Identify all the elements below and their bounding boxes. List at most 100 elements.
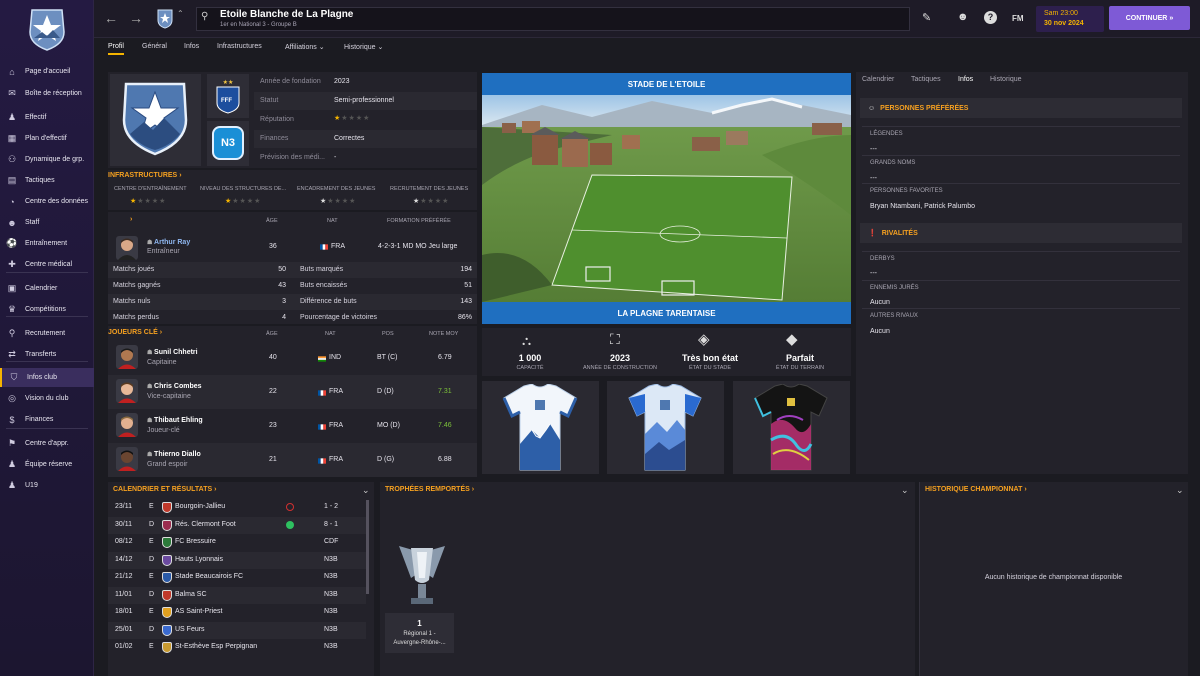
- sidebar-item-finances[interactable]: $ Finances: [0, 410, 94, 429]
- sidebar-item-infos-club[interactable]: ⛉ Infos club: [0, 368, 94, 387]
- player-name[interactable]: ☗ Thierno Diallo: [147, 451, 201, 458]
- tab-general[interactable]: Général: [142, 43, 167, 50]
- sidebar-item-calendrier[interactable]: ▣ Calendrier: [0, 279, 94, 298]
- forward-arrow-icon[interactable]: →: [129, 10, 143, 26]
- league-history-title[interactable]: HISTORIQUE CHAMPIONNAT ›: [925, 486, 1027, 493]
- edit-pencil-icon[interactable]: ✎: [922, 11, 931, 24]
- sidebar-item-label: Centre des données: [25, 198, 89, 205]
- sidebar-item-u19[interactable]: ♟ U19: [0, 476, 94, 495]
- sidebar-item-page-d-accueil[interactable]: ⌂ Page d'accueil: [0, 62, 94, 81]
- player-avatar[interactable]: [116, 379, 138, 403]
- sidebar-item-dynamique-de-grp[interactable]: ⚇ Dynamique de grp.: [0, 150, 94, 169]
- player-name[interactable]: ☗ Sunil Chhetri: [147, 349, 198, 356]
- fixture-venue: E: [149, 643, 154, 650]
- fixture-row[interactable]: 21/12 E Stade Beaucairois FC N3B: [108, 569, 366, 586]
- stadium-stat-label: CAPACITÉ: [516, 365, 544, 371]
- trophy-icon[interactable]: [395, 544, 449, 608]
- favourite-people-header: ☺ PERSONNES PRÉFÉRÉES: [860, 98, 1182, 118]
- infra-col-training: CENTRE D'ENTRAÎNEMENT: [114, 186, 187, 192]
- tab-infos[interactable]: Infos: [184, 43, 199, 50]
- right-tab-history[interactable]: Historique: [990, 76, 1022, 83]
- right-tab-tactics[interactable]: Tactiques: [911, 76, 941, 83]
- right-tab-calendar[interactable]: Calendrier: [862, 76, 894, 83]
- tab-infrastructures[interactable]: Infrastructures: [217, 43, 262, 50]
- sidebar-item-label: Tactiques: [25, 177, 55, 184]
- tab-historique-label: Historique: [344, 44, 376, 51]
- rivalry-label: ENNEMIS JURÉS: [870, 285, 919, 291]
- player-name[interactable]: ☗ Chris Combes: [147, 383, 202, 390]
- sidebar-item-recrutement[interactable]: ⚲ Recrutement: [0, 324, 94, 343]
- back-arrow-icon[interactable]: ←: [104, 10, 118, 26]
- player-avatar[interactable]: [116, 345, 138, 369]
- coach-avatar[interactable]: [116, 236, 138, 260]
- fixture-row[interactable]: 08/12 E FC Bressuire CDF: [108, 534, 366, 551]
- country-flag-icon: [318, 355, 326, 362]
- sidebar-item-vision-du-club[interactable]: ◎ Vision du club: [0, 389, 94, 408]
- manager-face-icon[interactable]: ☻: [957, 11, 969, 23]
- player-position: MO (D): [377, 422, 400, 429]
- fixtures-chevron-down-icon[interactable]: ⌄: [362, 485, 370, 496]
- country-flag-icon: [318, 423, 326, 430]
- capacity-icon: ⛬: [522, 333, 532, 348]
- sidebar-item-entrainement[interactable]: ⚽ Entraînement: [0, 234, 94, 253]
- player-age: 40: [269, 354, 277, 361]
- fixture-row[interactable]: 11/01 D Balma SC N3B: [108, 586, 366, 604]
- infrastructures-title[interactable]: INFRASTRUCTURES ›: [108, 172, 182, 179]
- player-role: Vice-capitaine: [147, 393, 191, 400]
- fixture-result: N3B: [324, 608, 338, 615]
- key-players-title[interactable]: JOUEURS CLÉ ›: [108, 329, 162, 336]
- row-divider: [862, 308, 1180, 309]
- player-nationality: FRA: [329, 456, 343, 463]
- fixture-row[interactable]: 01/02 E St-Esthève Esp Perpignan N3B: [108, 639, 366, 656]
- sidebar-item-centre-d-appr[interactable]: ⚑ Centre d'appr.: [0, 434, 94, 453]
- coach-stat-value: 43: [278, 282, 286, 289]
- data-icon: ◔: [9, 196, 15, 207]
- rivalries-header: ❗ RIVALITÉS: [860, 223, 1182, 243]
- sidebar-item-tactiques[interactable]: ▤ Tactiques: [0, 171, 94, 190]
- fixtures-scrollbar[interactable]: [366, 500, 369, 594]
- sidebar-item-equipe-reserve[interactable]: ♟ Équipe réserve: [0, 455, 94, 474]
- fm-menu-button[interactable]: FM: [1012, 14, 1024, 23]
- fixture-row[interactable]: 18/01 E AS Saint-Priest N3B: [108, 604, 366, 621]
- coach-name[interactable]: ☗ Arthur Ray: [147, 239, 190, 246]
- player-avatar[interactable]: [116, 413, 138, 437]
- player-name[interactable]: ☗ Thibaut Ehling: [147, 417, 203, 424]
- fixture-row[interactable]: 23/11 E Bourgoin-Jallieu 1 - 2: [108, 499, 366, 516]
- club-crest-small-icon[interactable]: [156, 9, 174, 29]
- coach-stat-label: Différence de buts: [300, 298, 357, 305]
- fixture-row[interactable]: 14/12 D Hauts Lyonnais N3B: [108, 551, 366, 569]
- scouting-icon: ⚲: [8, 328, 16, 338]
- trophies-chevron-down-icon[interactable]: ⌄: [901, 485, 909, 496]
- sidebar-item-staff[interactable]: ☻ Staff: [0, 213, 94, 232]
- fixture-row[interactable]: 25/01 D US Feurs N3B: [108, 621, 366, 639]
- rivalry-value: Aucun: [870, 299, 890, 306]
- tab-profil[interactable]: Profil: [108, 43, 124, 55]
- sidebar-item-plan-d-effectif[interactable]: ▦ Plan d'effectif: [0, 129, 94, 148]
- help-icon[interactable]: ?: [984, 11, 997, 24]
- sidebar-item-boite-de-reception[interactable]: ✉ Boîte de réception: [0, 84, 94, 103]
- sidebar-item-label: Page d'accueil: [25, 68, 71, 75]
- coach-col-formation: FORMATION PRÉFÉRÉE: [387, 218, 451, 224]
- tab-affiliations[interactable]: Affiliations ⌄: [285, 43, 325, 51]
- fixtures-title[interactable]: CALENDRIER ET RÉSULTATS ›: [113, 486, 216, 493]
- club-crest-logo[interactable]: [24, 6, 70, 52]
- sidebar-item-effectif[interactable]: ♟ Effectif: [0, 108, 94, 127]
- right-tab-infos[interactable]: Infos: [958, 76, 973, 83]
- squad-icon: ♟: [7, 112, 17, 122]
- history-chevron-down-icon[interactable]: ⌄: [1176, 485, 1184, 496]
- coach-stat-label: Buts marqués: [300, 266, 344, 273]
- continue-button[interactable]: CONTINUER »: [1109, 6, 1190, 30]
- info-value-founded: 2023: [334, 78, 350, 85]
- fixture-row[interactable]: 30/11 D Rés. Clermont Foot 8 - 1: [108, 516, 366, 534]
- chevron-right-icon: ›: [179, 172, 182, 179]
- favourite-people-title: PERSONNES PRÉFÉRÉES: [880, 104, 969, 112]
- sidebar-item-centre-des-donnees[interactable]: ◔ Centre des données: [0, 192, 94, 211]
- player-avatar[interactable]: [116, 447, 138, 471]
- fav-label: GRANDS NOMS: [870, 160, 916, 166]
- tab-historique[interactable]: Historique ⌄: [344, 43, 383, 51]
- club-switch-chevron-icon[interactable]: ⌃: [177, 9, 184, 18]
- trophies-title[interactable]: TROPHÉES REMPORTÉS ›: [385, 486, 474, 493]
- chevron-right-icon[interactable]: ›: [130, 216, 132, 223]
- fixture-opponent: Hauts Lyonnais: [175, 555, 223, 563]
- game-date: 30 nov 2024: [1044, 20, 1084, 27]
